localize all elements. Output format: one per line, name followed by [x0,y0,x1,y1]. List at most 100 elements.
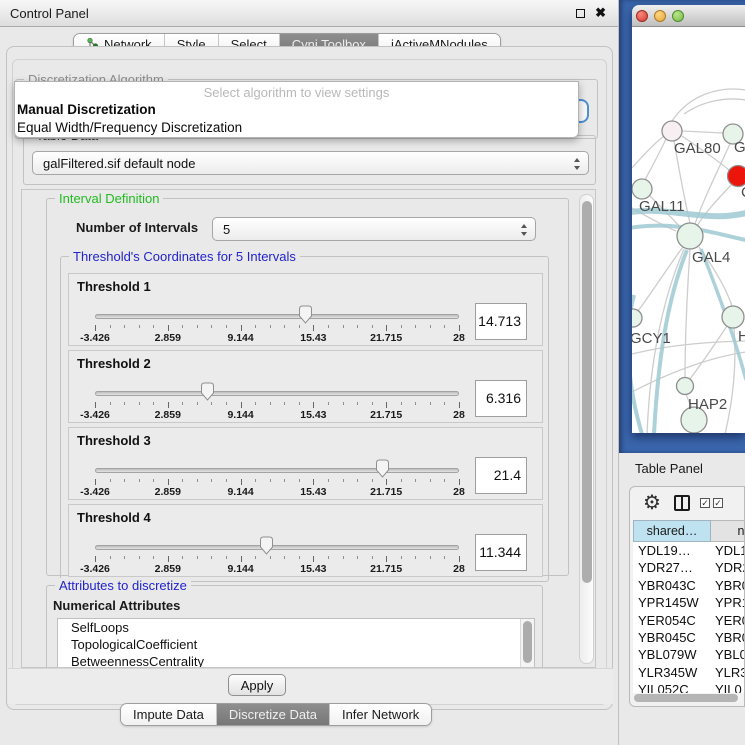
table-cell[interactable]: YER0 [712,612,745,629]
slider-minor-tick [299,479,300,482]
threshold-slider-thumb[interactable] [200,382,215,401]
slider-major-tick [386,325,387,331]
network-view[interactable]: GAL80GACGAL11GAL4GCY1HHAP2 [632,27,745,433]
table-row[interactable]: YDL19…YDL1 [633,542,745,559]
close-icon[interactable]: ✖ [595,5,606,21]
checkbox-icon[interactable]: ✓ [713,498,723,508]
network-node[interactable] [677,378,694,395]
network-node[interactable] [677,223,703,249]
table-cell[interactable]: YLR345W [633,664,712,681]
network-edge[interactable] [685,249,690,378]
network-node[interactable] [632,179,652,199]
attributes-scrollbar[interactable] [520,619,534,667]
checkbox-icon[interactable]: ✓ [700,498,710,508]
table-row[interactable]: YBR043CYBR0 [633,577,745,594]
table-horizontal-scrollbar-thumb[interactable] [634,694,738,702]
threshold-slider-track[interactable] [95,468,459,473]
table-cell[interactable]: YPR1 [712,594,745,611]
thresholds-label: Threshold's Coordinates for 5 Intervals [69,249,300,264]
table-cell[interactable]: YDL19… [633,542,712,559]
network-edge[interactable] [645,139,666,180]
threshold-slider-thumb[interactable] [375,459,390,478]
network-edge[interactable] [725,328,735,433]
slider-tick-label: 2.859 [155,409,181,421]
threshold-slider-track[interactable] [95,545,459,550]
table-row[interactable]: YER054CYER0 [633,612,745,629]
slider-major-tick [386,556,387,562]
table-row[interactable]: YLR345WYLR3 [633,664,745,681]
threshold-slider-thumb[interactable] [298,305,313,324]
network-edge[interactable] [684,99,745,114]
network-node[interactable] [722,306,744,328]
dropdown-item-equal-width-frequency[interactable]: Equal Width/Frequency Discretization [17,120,242,135]
slider-major-tick [95,479,96,485]
settings-scrollbar[interactable] [579,194,594,664]
network-window-titlebar[interactable] [632,5,745,27]
table-row[interactable]: YDR27…YDR2 [633,559,745,576]
threshold-value-field[interactable]: 21.4 [475,457,527,494]
threshold-value-field[interactable]: 11.344 [475,534,527,571]
number-of-intervals-combo[interactable]: 5 [212,217,536,241]
threshold-slider-track[interactable] [95,314,459,319]
table-data-combo-value: galFiltered.sif default node [43,156,195,171]
table-row[interactable]: YPR145WYPR1 [633,594,745,611]
apply-button[interactable]: Apply [228,674,286,696]
threshold-panel-4: Threshold 4-3.4262.8599.14415.4321.71528… [68,504,543,577]
zoom-traffic-light-icon[interactable] [672,10,684,22]
threshold-label: Threshold 2 [77,356,151,371]
tab-impute-data[interactable]: Impute Data [121,704,217,725]
table-column-header[interactable]: na [711,520,745,542]
network-edge[interactable] [690,326,727,379]
gear-icon[interactable]: ⚙ [643,490,661,515]
table-row[interactable]: YBR045CYBR0 [633,629,745,646]
table-cell[interactable]: YIL0 [712,681,745,693]
table-cell[interactable]: YDR27… [633,559,712,576]
slider-tick-label: 21.715 [370,332,402,344]
slider-minor-tick [328,325,329,328]
attribute-list-item[interactable]: TopologicalCoefficient [58,636,534,653]
network-edge[interactable] [672,89,745,121]
dropdown-item-manual-discretization[interactable]: Manual Discretization [17,102,156,117]
threshold-value-field[interactable]: 6.316 [475,380,527,417]
tab-infer-network[interactable]: Infer Network [330,704,431,725]
columns-icon[interactable] [674,495,690,511]
table-cell[interactable]: YBL0 [712,646,745,663]
numerical-attributes-list[interactable]: SelfLoopsTopologicalCoefficientBetweenne… [57,618,535,668]
table-cell[interactable]: YLR3 [712,664,745,681]
close-traffic-light-icon[interactable] [636,10,648,22]
minimize-traffic-light-icon[interactable] [654,10,666,22]
table-row[interactable]: YBL079WYBL0 [633,646,745,663]
table-data-combo[interactable]: galFiltered.sif default node [32,151,589,175]
network-node[interactable] [662,121,682,141]
tab-discretize-data[interactable]: Discretize Data [217,704,330,725]
table-cell[interactable]: YDL1 [712,542,745,559]
slider-major-tick [459,479,460,485]
slider-minor-tick [328,479,329,482]
table-cell[interactable]: YPR145W [633,594,712,611]
table-cell[interactable]: YDR2 [712,559,745,576]
table-row[interactable]: YIL052CYIL0 [633,681,745,693]
slider-tick-label: 9.144 [227,332,253,344]
threshold-value-field[interactable]: 14.713 [475,303,527,340]
table-cell[interactable]: YER054C [633,612,712,629]
network-node[interactable] [632,309,642,327]
attributes-scrollbar-thumb[interactable] [523,621,532,663]
slider-tick-label: 2.859 [155,486,181,498]
table-cell[interactable]: YBR045C [633,629,712,646]
table-cell[interactable]: YIL052C [633,681,712,693]
network-edge[interactable] [682,131,723,133]
threshold-slider-track[interactable] [95,391,459,396]
float-panel-icon[interactable] [576,9,585,18]
node-label: GAL11 [639,198,685,215]
attribute-list-item[interactable]: SelfLoops [58,619,534,636]
settings-scrollbar-thumb[interactable] [582,201,592,583]
table-cell[interactable]: YBR0 [712,577,745,594]
table-column-header[interactable]: shared… [633,520,711,542]
table-cell[interactable]: YBL079W [633,646,712,663]
slider-minor-tick [226,325,227,328]
table-horizontal-scrollbar[interactable] [633,693,743,702]
table-cell[interactable]: YBR043C [633,577,712,594]
table-cell[interactable]: YBR0 [712,629,745,646]
threshold-slider-thumb[interactable] [259,536,274,555]
attribute-list-item[interactable]: BetweennessCentrality [58,653,534,668]
